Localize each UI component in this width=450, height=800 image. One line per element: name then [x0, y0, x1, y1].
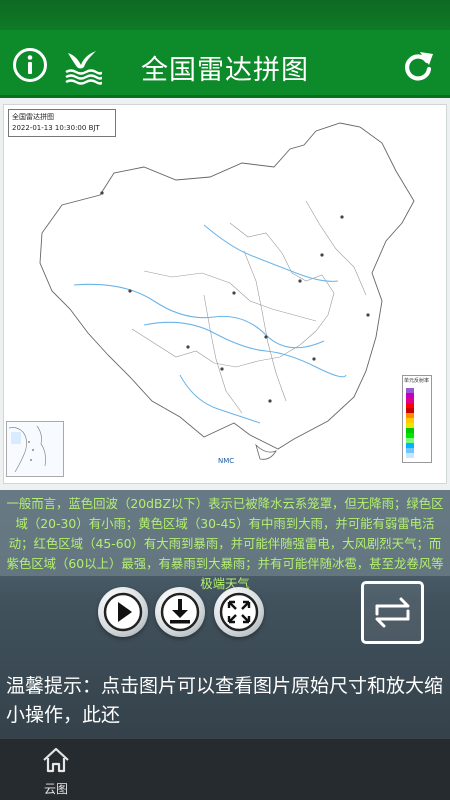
map-title-box: 全国雷达拼图 2022-01-13 10:30:00 BJT [8, 109, 116, 137]
page-title: 全国雷达拼图 [141, 55, 309, 86]
south-china-sea-drawing [8, 425, 46, 473]
reflectivity-legend: 单元反射率 [402, 375, 432, 463]
download-button[interactable] [155, 587, 205, 637]
map-label-time: 2022-01-13 10:30:00 BJT [12, 124, 100, 132]
swap-button[interactable] [361, 581, 424, 644]
radar-color-description: 一般而言，蓝色回波（20dBZ以下）表示已被降水云系笼罩，但无降雨；绿色区域（2… [6, 496, 444, 591]
map-label-title: 全国雷达拼图 [12, 113, 54, 121]
tip-text: 温馨提示：点击图片可以查看图片原始尺寸和放大缩小操作，此还 [6, 675, 444, 726]
fullscreen-icon [219, 592, 259, 632]
radar-map-panel: 全国雷达拼图 2022-01-13 10:30:00 BJT 单元反射率 NMC [0, 98, 450, 490]
refresh-icon [405, 52, 433, 81]
swap-icon [375, 597, 410, 628]
legend-title: 单元反射率 [404, 378, 430, 384]
play-button[interactable] [98, 587, 148, 637]
radar-map-image[interactable]: 全国雷达拼图 2022-01-13 10:30:00 BJT 单元反射率 NMC [3, 104, 447, 484]
nmc-watermark: NMC [218, 457, 235, 465]
bottom-nav: 云图 [0, 738, 450, 800]
south-china-sea-inset [6, 421, 64, 477]
legend-color-scale [406, 388, 414, 458]
refresh-button[interactable] [400, 48, 436, 84]
app-header: 全国雷达拼图 [0, 30, 450, 98]
download-icon [160, 592, 200, 632]
description-band: 一般而言，蓝色回波（20dBZ以下）表示已被降水云系笼罩，但无降雨；绿色区域（2… [0, 490, 450, 591]
fullscreen-button[interactable] [214, 587, 264, 637]
nav-item-label: 云图 [43, 782, 68, 796]
home-icon [43, 747, 69, 773]
china-map-drawing [39, 122, 415, 460]
play-icon [103, 592, 143, 632]
nav-item-cloud-map[interactable]: 云图 [27, 739, 85, 800]
status-bar [0, 0, 450, 30]
